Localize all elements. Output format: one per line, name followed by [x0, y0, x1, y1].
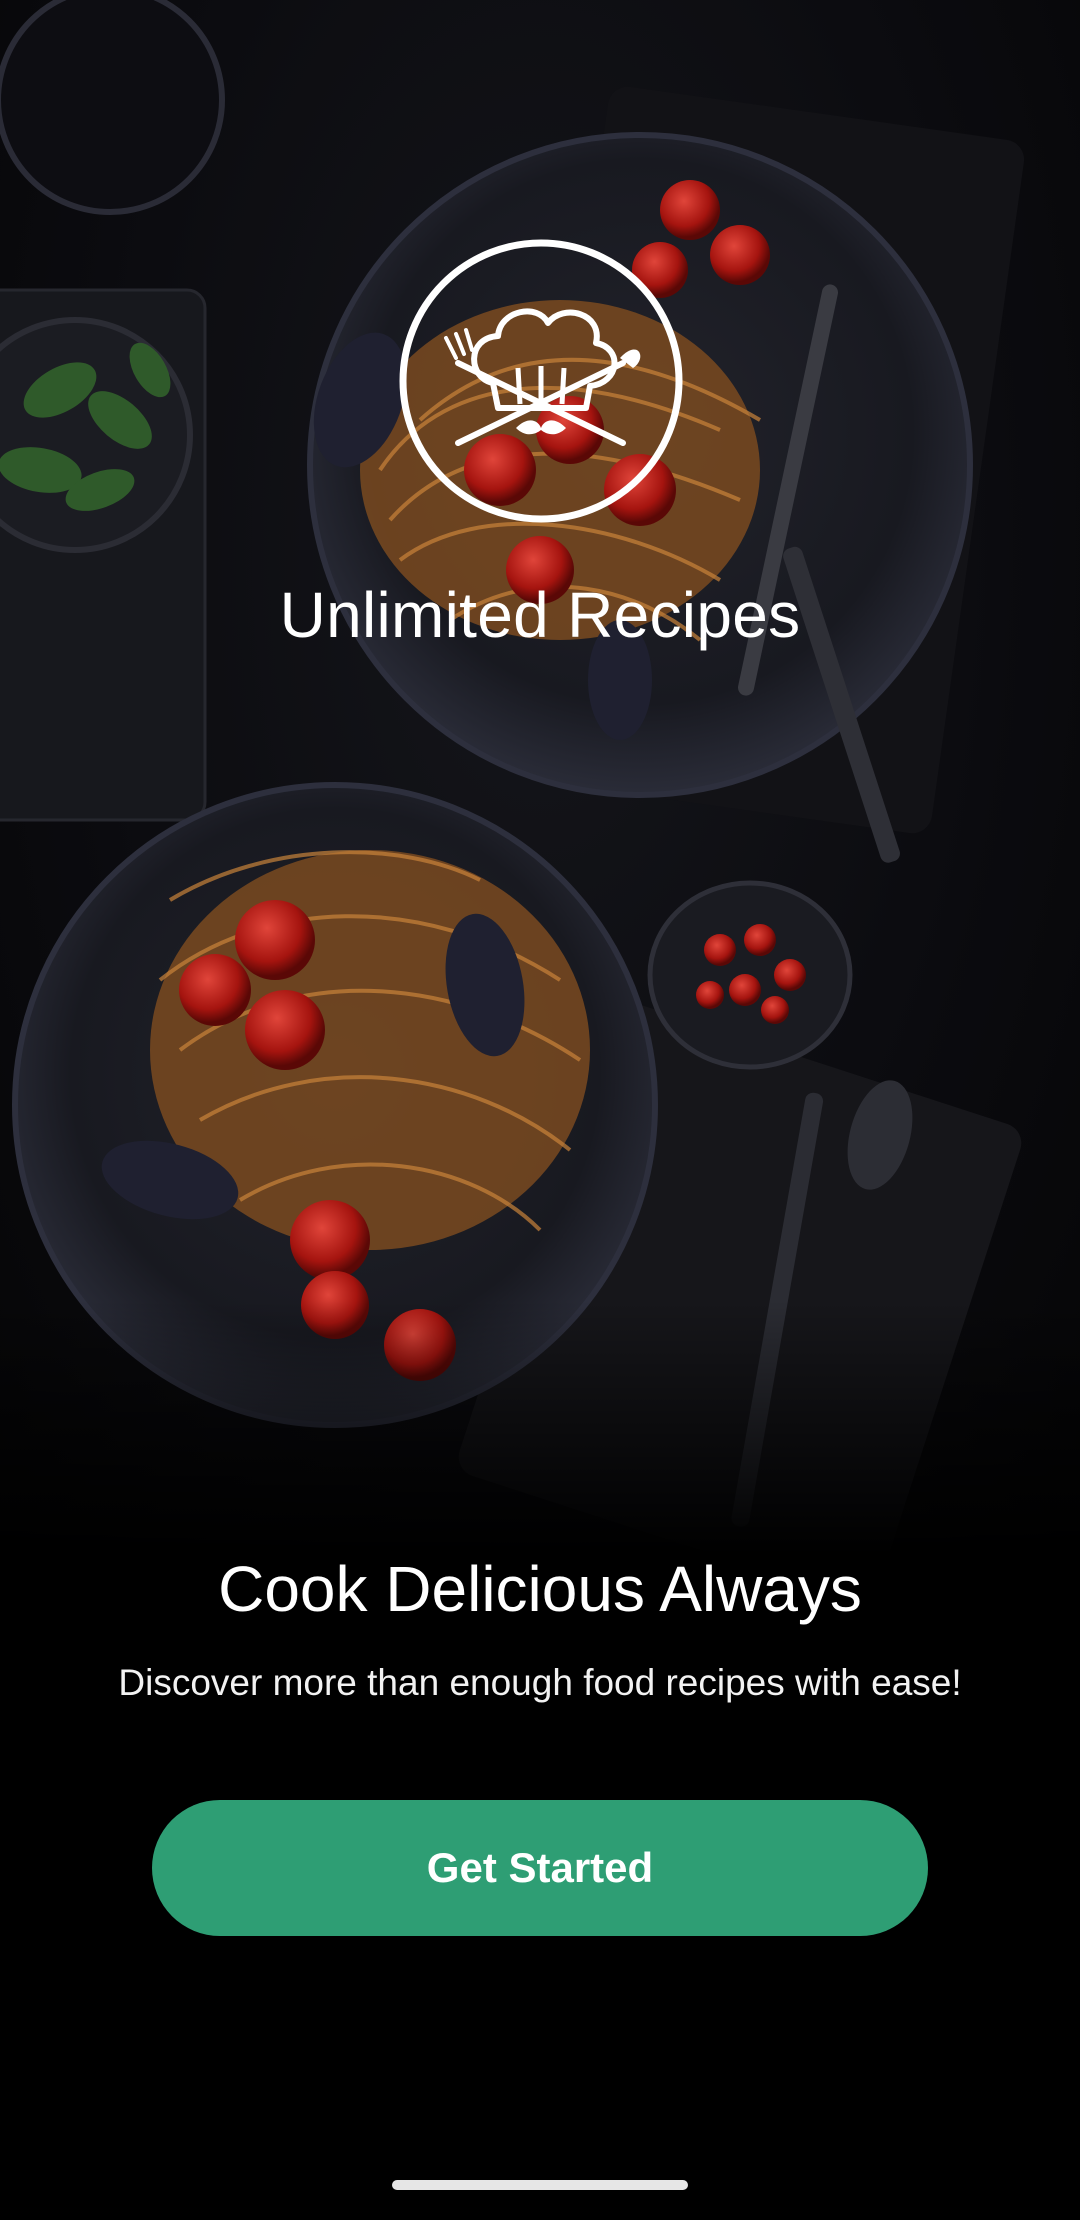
bottom-fade — [0, 1300, 1080, 1560]
get-started-button[interactable]: Get Started — [152, 1800, 928, 1936]
onboarding-headline: Cook Delicious Always — [218, 1553, 862, 1625]
hero-background-image — [0, 0, 1080, 1560]
app-title: Unlimited Recipes — [279, 579, 801, 651]
onboarding-subtext: Discover more than enough food recipes w… — [118, 1662, 962, 1703]
chef-hat-icon — [398, 238, 684, 524]
home-indicator[interactable] — [392, 2180, 688, 2190]
